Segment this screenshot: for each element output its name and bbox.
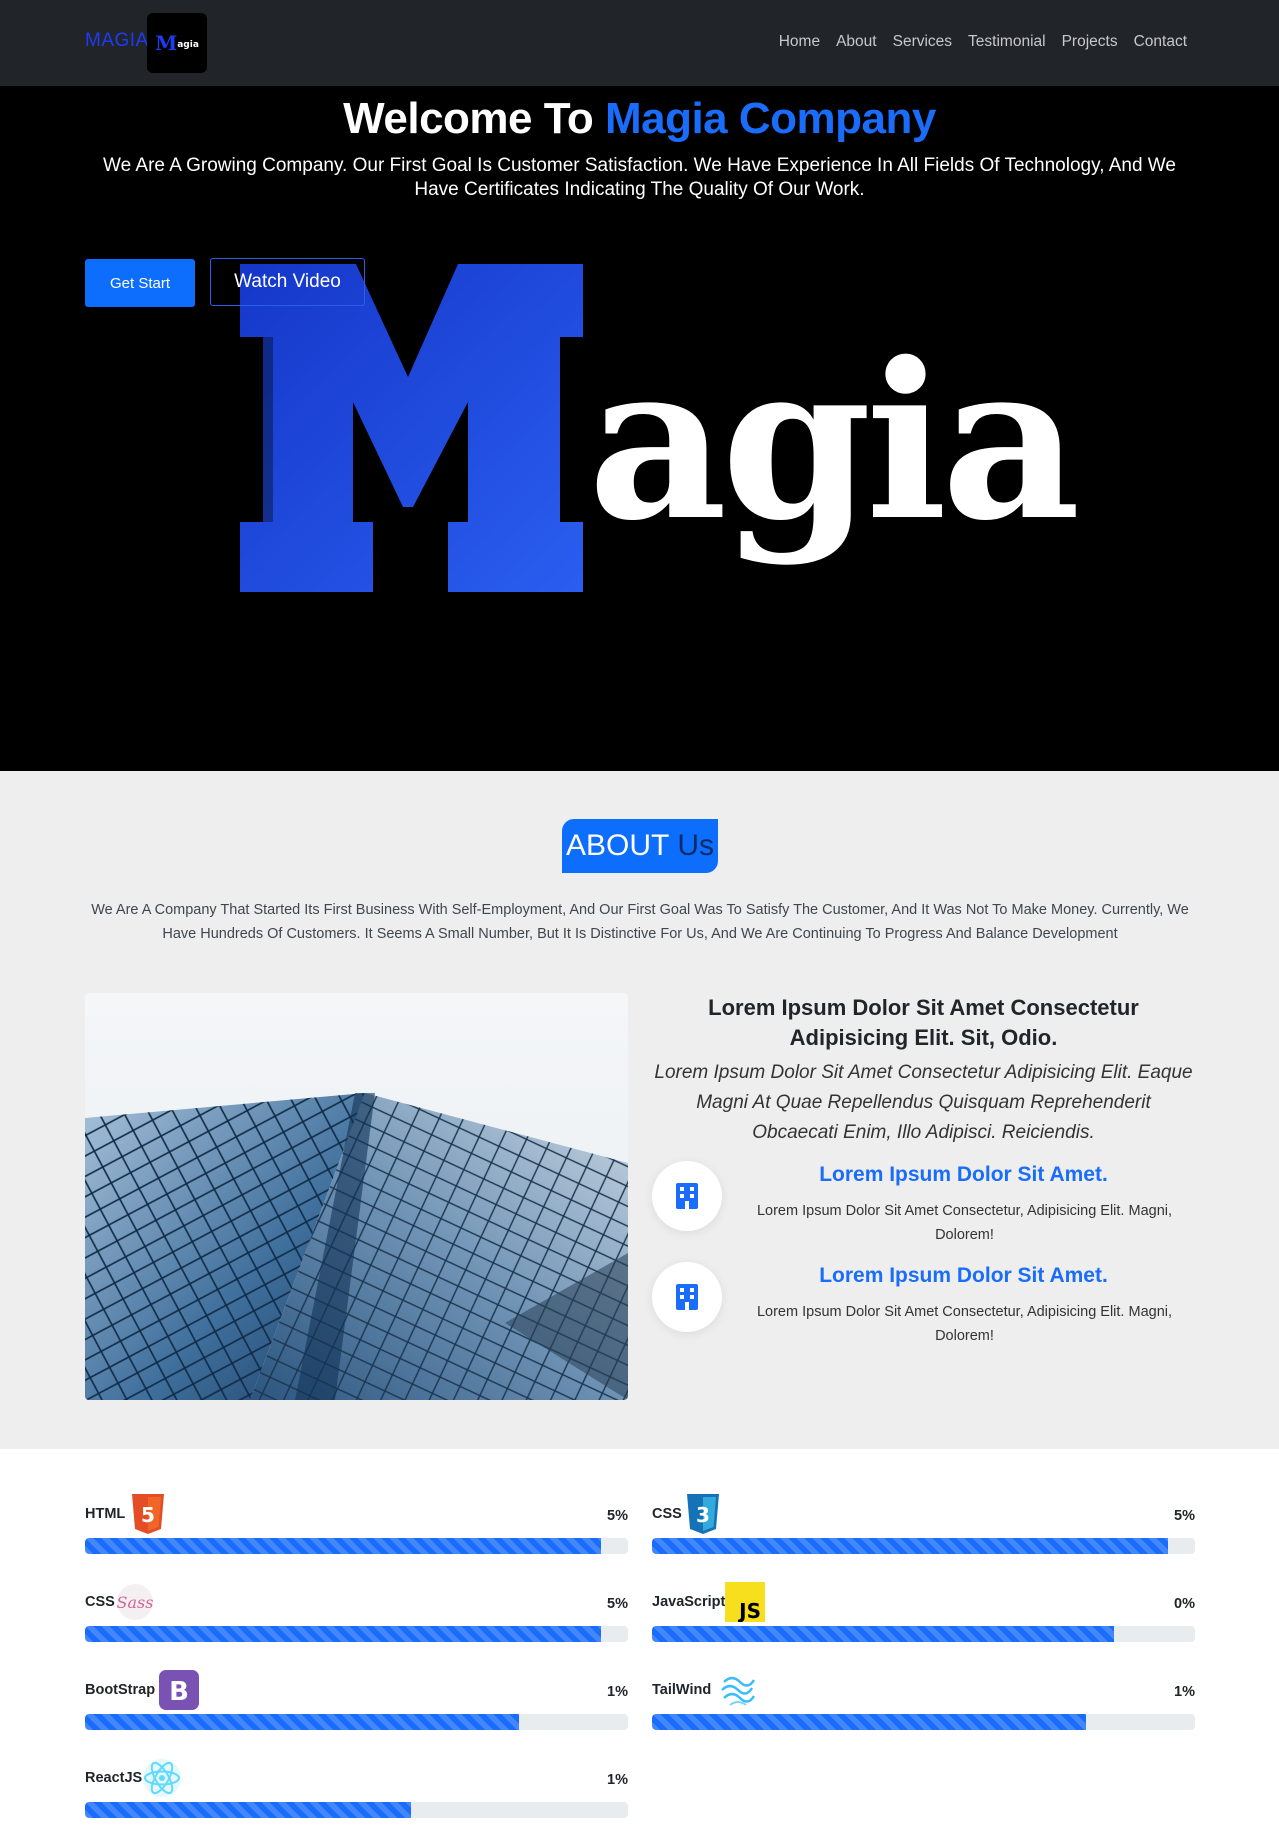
skill-percent: 0% <box>1174 1596 1195 1612</box>
skill-bootstrap: BootStrap B 1% <box>85 1670 628 1746</box>
skill-progress-bar <box>85 1802 411 1818</box>
about-description: We Are A Company That Started Its First … <box>91 902 1189 942</box>
nav-link-contact[interactable]: Contact <box>1134 33 1187 51</box>
skill-progress-track <box>85 1714 628 1730</box>
skill-sass: CSS Sass 5% <box>85 1582 628 1658</box>
skill-html: HTML 5 5% <box>85 1494 628 1570</box>
sass-icon: Sass <box>117 1584 154 1620</box>
skill-tailwind: TailWind 1% <box>652 1670 1195 1746</box>
hero-subtitle: We Are A Growing Company. Our First Goal… <box>103 155 1176 200</box>
feature-title: Lorem Ipsum Dolor Sit Amet. <box>819 1163 1108 1186</box>
hero-title: Welcome To Magia Company <box>0 94 1279 144</box>
skill-percent: 5% <box>1174 1508 1195 1524</box>
skill-label: HTML <box>85 1506 126 1522</box>
svg-text:Sass: Sass <box>117 1593 154 1612</box>
nav-link-projects[interactable]: Projects <box>1062 33 1118 51</box>
building-icon <box>676 1284 698 1310</box>
hero-logo-m-shape <box>240 264 583 592</box>
skill-label: CSS <box>85 1594 115 1610</box>
skill-label: ReactJS <box>85 1770 143 1786</box>
skill-progress-bar <box>85 1538 601 1554</box>
skill-percent: 5% <box>607 1596 628 1612</box>
feature-text: Lorem Ipsum Dolor Sit Amet Consectetur, … <box>756 1304 1173 1344</box>
feature-icon-circle <box>652 1262 722 1332</box>
css3-icon: 3 <box>687 1494 719 1534</box>
building-illustration <box>85 993 628 1400</box>
skills-section: HTML 5 5% CSS 3 5% CSS Sass 5% JavaScrip… <box>0 1449 1279 1845</box>
feature-item: Lorem Ipsum Dolor Sit Amet. Lorem Ipsum … <box>652 1161 1195 1251</box>
skill-label: CSS <box>652 1506 682 1522</box>
feature-icon-circle <box>652 1161 722 1231</box>
brand-logo-text: agia <box>177 40 199 50</box>
hero-title-accent: Magia Company <box>604 94 936 143</box>
skill-progress-bar <box>85 1626 601 1642</box>
skill-label: BootStrap <box>85 1682 156 1698</box>
about-title-word1: ABOUT <box>565 829 670 862</box>
skill-progress-track <box>652 1714 1195 1730</box>
about-title-badge: ABOUT Us <box>562 819 718 873</box>
feature-text: Lorem Ipsum Dolor Sit Amet Consectetur, … <box>756 1203 1173 1243</box>
get-start-button[interactable]: Get Start <box>85 259 195 307</box>
brand-link[interactable]: MAGIA <box>85 30 149 52</box>
building-icon <box>676 1183 698 1209</box>
skill-progress-track <box>85 1626 628 1642</box>
building-photo <box>85 993 628 1400</box>
nav-link-about[interactable]: About <box>836 33 877 51</box>
about-heading: Lorem Ipsum Dolor Sit Amet Consectetur A… <box>708 995 1139 1050</box>
skill-percent: 1% <box>607 1772 628 1788</box>
svg-text:JS: JS <box>737 1599 761 1622</box>
bootstrap-icon: B <box>159 1670 199 1710</box>
html5-icon: 5 <box>132 1494 164 1534</box>
skill-javascript: JavaScript JS 0% <box>652 1582 1195 1658</box>
skill-percent: 1% <box>607 1684 628 1700</box>
about-lead: Lorem Ipsum Dolor Sit Amet Consectetur A… <box>654 1062 1193 1143</box>
svg-text:5: 5 <box>141 1503 155 1527</box>
nav-link-testimonial[interactable]: Testimonial <box>968 33 1046 51</box>
svg-text:3: 3 <box>696 1503 710 1527</box>
skill-progress-bar <box>652 1714 1087 1730</box>
hero-logo-image: agia <box>240 264 1082 592</box>
skill-label: JavaScript <box>652 1594 726 1610</box>
tailwind-icon <box>721 1676 756 1706</box>
skill-progress-track <box>652 1538 1195 1554</box>
skill-react: ReactJS 1% <box>85 1758 628 1834</box>
nav-link-home[interactable]: Home <box>779 33 820 51</box>
nav-links: Home About Services Testimonial Projects… <box>779 33 1187 51</box>
brand-logo[interactable]: Magia <box>147 13 207 73</box>
skill-progress-track <box>85 1538 628 1554</box>
skill-css: CSS 3 5% <box>652 1494 1195 1570</box>
skill-label: TailWind <box>652 1682 712 1698</box>
watch-video-button[interactable]: Watch Video <box>210 258 365 306</box>
hero-section: Welcome To Magia Company We Are A Growin… <box>0 86 1279 771</box>
skill-percent: 5% <box>607 1508 628 1524</box>
skill-progress-bar <box>652 1626 1114 1642</box>
hero-title-prefix: Welcome To <box>343 94 605 143</box>
feature-item: Lorem Ipsum Dolor Sit Amet. Lorem Ipsum … <box>652 1262 1195 1352</box>
skill-progress-track <box>85 1802 628 1818</box>
feature-title: Lorem Ipsum Dolor Sit Amet. <box>819 1264 1108 1287</box>
skill-progress-track <box>652 1626 1195 1642</box>
nav-link-services[interactable]: Services <box>893 33 952 51</box>
skill-progress-bar <box>652 1538 1168 1554</box>
about-section: ABOUT Us We Are A Company That Started It… <box>0 771 1279 1449</box>
javascript-icon: JS <box>725 1582 765 1622</box>
svg-text:B: B <box>169 1677 189 1707</box>
brand-logo-m: M <box>155 31 178 55</box>
react-icon <box>143 1759 181 1797</box>
hero-logo-text: agia <box>588 315 1076 568</box>
skill-percent: 1% <box>1174 1684 1195 1700</box>
navbar: MAGIA Magia Home About Services Testimon… <box>0 0 1279 86</box>
skill-progress-bar <box>85 1714 520 1730</box>
about-title-word2: Us <box>677 829 715 862</box>
